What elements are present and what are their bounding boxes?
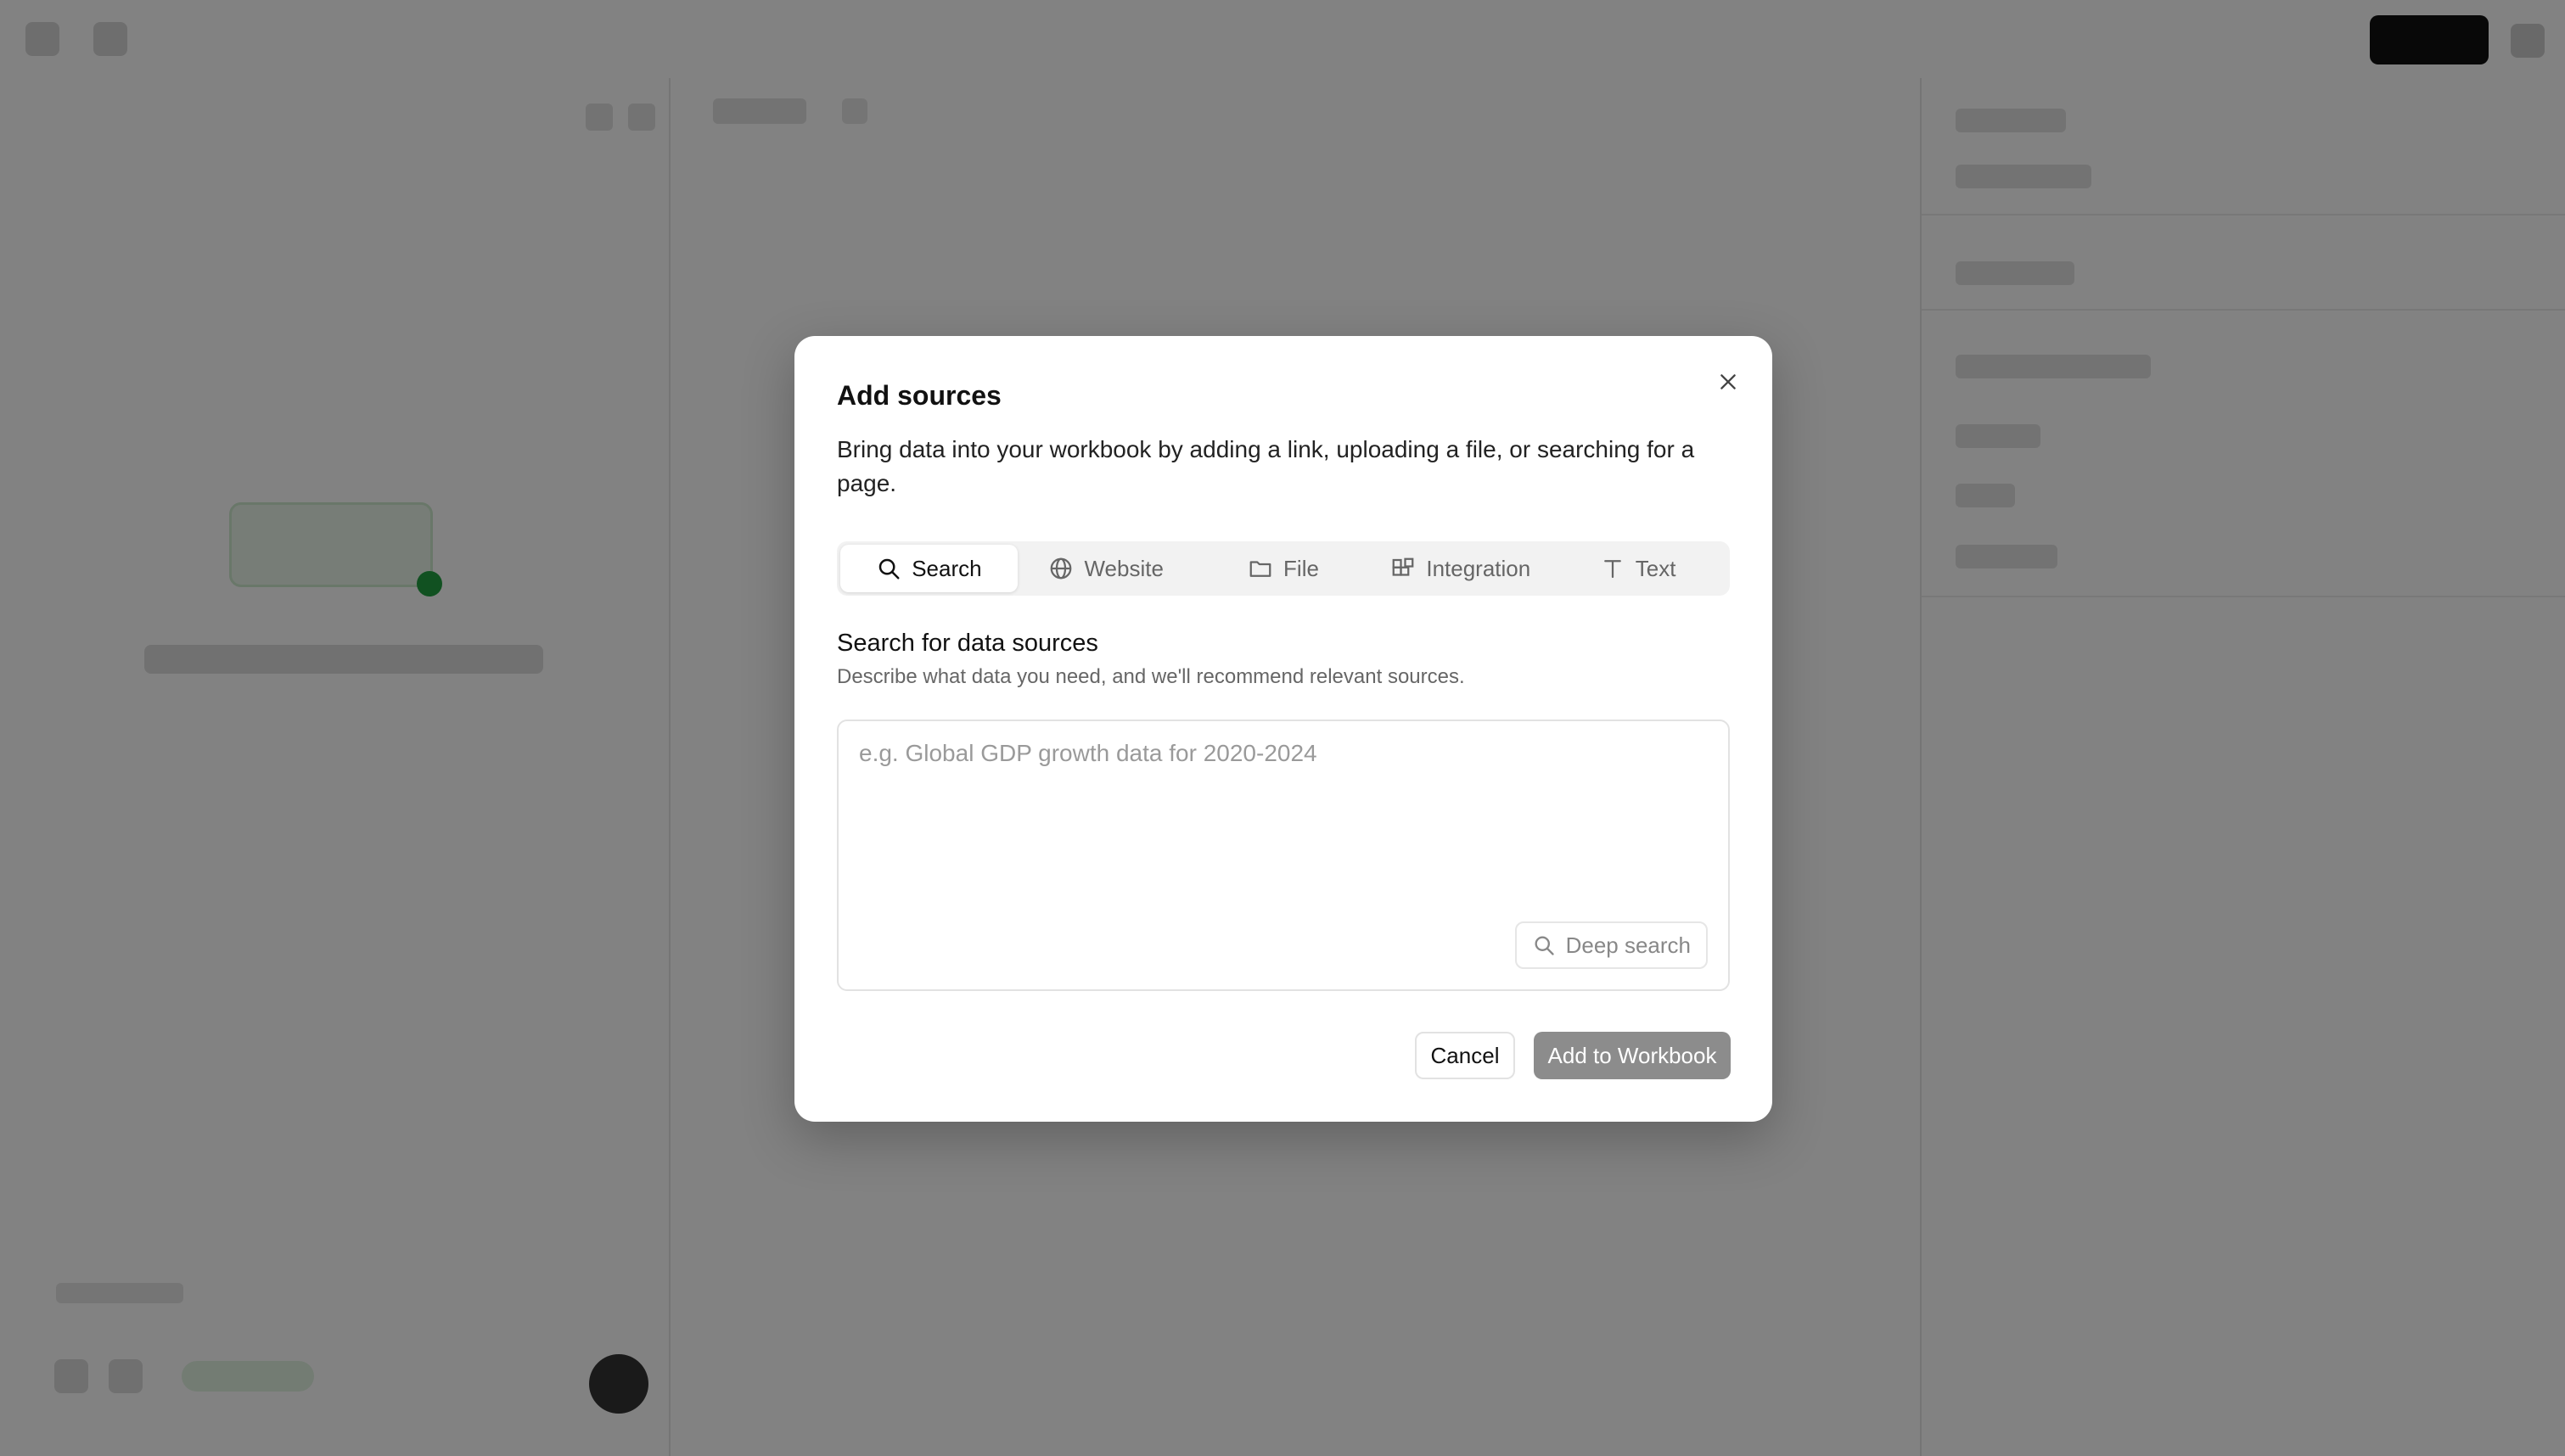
search-icon	[1535, 936, 1554, 955]
search-section-subtitle: Describe what data you need, and we'll r…	[837, 665, 1465, 688]
integration-icon	[1392, 557, 1414, 576]
deep-search-label: Deep search	[1565, 932, 1691, 958]
add-to-workbook-button[interactable]: Add to Workbook	[1534, 1032, 1731, 1079]
tab-label: File	[1283, 555, 1319, 581]
dialog-description: Bring data into your workbook by adding …	[837, 436, 1695, 496]
tab-label: Search	[912, 555, 982, 581]
tab-integration[interactable]: Integration	[1372, 545, 1549, 592]
add-sources-dialog: Add sources Bring data into your workboo…	[794, 336, 1772, 1122]
close-icon	[1720, 374, 1736, 389]
text-icon	[1603, 560, 1621, 579]
tab-label: Website	[1084, 555, 1164, 581]
tab-search[interactable]: Search	[840, 545, 1018, 592]
source-tabs: Search Website File Integration Text	[837, 541, 1730, 596]
dialog-title: Add sources	[837, 380, 1002, 411]
tab-file[interactable]: File	[1195, 545, 1372, 592]
folder-icon	[1249, 561, 1271, 577]
tab-text[interactable]: Text	[1549, 545, 1726, 592]
search-input[interactable]	[859, 740, 1708, 910]
globe-icon	[1051, 557, 1072, 580]
close-button[interactable]	[1709, 363, 1747, 400]
cancel-button[interactable]: Cancel	[1415, 1032, 1515, 1079]
tab-website[interactable]: Website	[1018, 545, 1195, 592]
tab-label: Integration	[1426, 555, 1531, 581]
deep-search-button[interactable]: Deep search	[1514, 921, 1708, 969]
search-icon	[878, 558, 900, 580]
search-section-title: Search for data sources	[837, 630, 1098, 657]
search-box: Deep search	[837, 720, 1730, 991]
tab-label: Text	[1635, 555, 1676, 581]
